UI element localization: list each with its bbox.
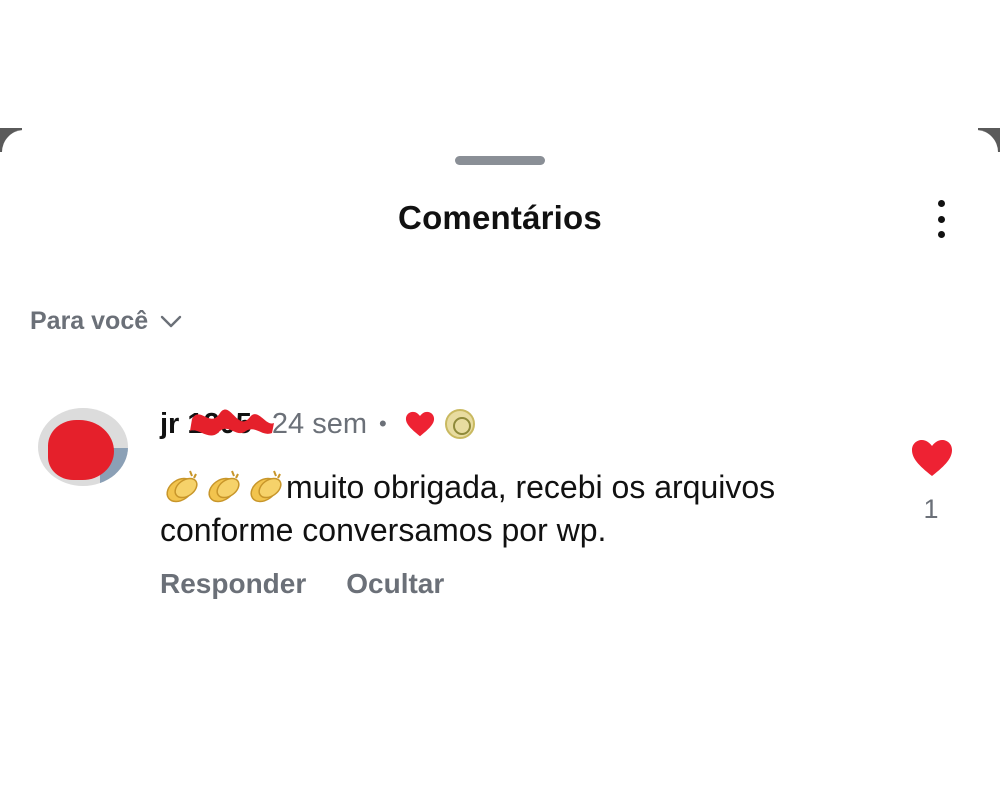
hide-button[interactable]: Ocultar — [346, 568, 444, 600]
heart-icon — [912, 440, 952, 476]
heart-icon — [405, 411, 434, 437]
comment-header: jr 1205 24 sem • — [160, 405, 475, 443]
chevron-down-icon — [160, 315, 182, 327]
clap-icon — [208, 470, 240, 503]
drag-handle[interactable] — [455, 156, 545, 165]
sheet-corner-right — [978, 128, 1000, 152]
like-count: 1 — [923, 494, 939, 524]
more-vertical-icon — [937, 200, 945, 207]
avatar[interactable] — [38, 408, 128, 486]
separator-dot: • — [379, 411, 387, 436]
username-redaction — [190, 409, 274, 436]
reply-button[interactable]: Responder — [160, 568, 306, 600]
creator-avatar — [444, 409, 475, 439]
comments-sheet: Comentários Para você jr 1205 24 sem • — [0, 0, 1000, 800]
comment-actions: Responder Ocultar — [160, 568, 444, 600]
comment-body: muito obrigada, recebi os arquivos confo… — [160, 466, 880, 552]
sort-label: Para você — [30, 307, 149, 335]
clap-icon — [166, 470, 198, 503]
avatar-redaction — [48, 420, 114, 480]
clap-icon — [250, 470, 282, 503]
sort-dropdown[interactable]: Para você — [30, 307, 182, 336]
sheet-title: Comentários — [398, 199, 602, 236]
sheet-corner-left — [0, 128, 22, 152]
more-options-button[interactable] — [926, 196, 956, 242]
comment-timestamp: 24 sem — [271, 407, 368, 440]
like-button[interactable] — [910, 438, 954, 478]
